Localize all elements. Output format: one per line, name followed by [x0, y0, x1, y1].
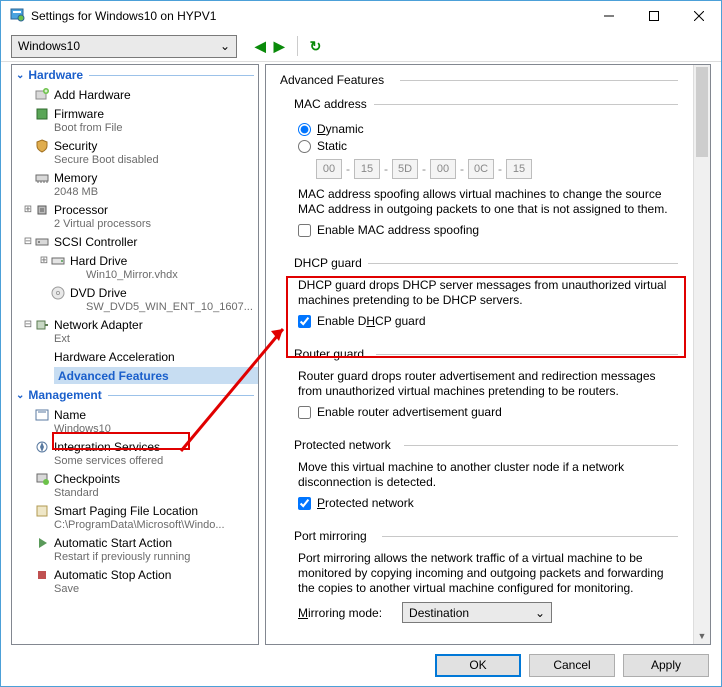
- shield-icon: [34, 138, 50, 154]
- dvd-icon: [50, 285, 66, 301]
- tree-integration-services[interactable]: Integration Services Some services offer…: [12, 437, 258, 469]
- processor-icon: [34, 202, 50, 218]
- mac-desc: MAC address spoofing allows virtual mach…: [298, 187, 678, 217]
- group-dhcp-title: DHCP guard: [294, 256, 678, 270]
- settings-tree[interactable]: ⌄Hardware Add Hardware Firmware Boot fro…: [11, 64, 259, 645]
- ok-button[interactable]: OK: [435, 654, 521, 677]
- category-hardware[interactable]: ⌄Hardware: [12, 65, 258, 85]
- chevron-down-icon: ⌄: [220, 39, 230, 53]
- group-mac-title: MAC address: [294, 97, 678, 111]
- tree-network-adapter[interactable]: ⊟Network Adapter Ext: [12, 315, 258, 347]
- group-mirror-title: Port mirroring: [294, 529, 678, 543]
- radio-dynamic[interactable]: Dynamic: [298, 122, 678, 136]
- tree-checkpoints[interactable]: Checkpoints Standard: [12, 469, 258, 501]
- panel-title: Advanced Features: [280, 73, 678, 87]
- nav-forward-button[interactable]: ▶: [274, 38, 285, 55]
- auto-stop-icon: [34, 567, 50, 583]
- tree-processor[interactable]: ⊞Processor 2 Virtual processors: [12, 200, 258, 232]
- checkbox-protected-network[interactable]: Protected network: [298, 496, 678, 510]
- vm-select-value: Windows10: [18, 39, 80, 53]
- mac-address-fields: 00- 15- 5D- 00- 0C- 15: [316, 159, 678, 179]
- checkpoint-icon: [34, 471, 50, 487]
- radio-static[interactable]: Static: [298, 139, 678, 153]
- scroll-down-icon[interactable]: ▼: [694, 627, 710, 644]
- mac-cell[interactable]: 15: [354, 159, 380, 179]
- app-icon: [9, 7, 25, 26]
- vm-select[interactable]: Windows10 ⌄: [11, 35, 237, 58]
- tree-auto-start[interactable]: Automatic Start Action Restart if previo…: [12, 533, 258, 565]
- titlebar: Settings for Windows10 on HYPV1: [1, 1, 721, 31]
- memory-icon: [34, 170, 50, 186]
- tree-dvd-drive[interactable]: DVD Drive SW_DVD5_WIN_ENT_10_1607...: [12, 283, 258, 315]
- group-router-title: Router guard: [294, 347, 678, 361]
- nav-back-button[interactable]: ◀: [255, 38, 266, 55]
- mac-cell[interactable]: 0C: [468, 159, 494, 179]
- separator: [297, 36, 298, 56]
- tree-hardware-acceleration[interactable]: Hardware Acceleration: [12, 347, 258, 366]
- hard-drive-icon: [50, 253, 66, 269]
- category-management[interactable]: ⌄Management: [12, 385, 258, 405]
- minimize-button[interactable]: [586, 2, 631, 31]
- tree-auto-stop[interactable]: Automatic Stop Action Save: [12, 565, 258, 597]
- checkbox-router-guard[interactable]: Enable router advertisement guard: [298, 405, 678, 419]
- chevron-down-icon: ⌄: [535, 606, 545, 620]
- pnet-desc: Move this virtual machine to another clu…: [298, 460, 678, 490]
- mirror-mode-label: Mirroring mode:: [298, 606, 382, 620]
- dhcp-desc: DHCP guard drops DHCP server messages fr…: [298, 278, 678, 308]
- integration-icon: [34, 439, 50, 455]
- maximize-button[interactable]: [631, 2, 676, 31]
- mac-cell[interactable]: 15: [506, 159, 532, 179]
- group-protected-title: Protected network: [294, 438, 678, 452]
- close-button[interactable]: [676, 2, 721, 31]
- name-icon: [34, 407, 50, 423]
- router-desc: Router guard drops router advertisement …: [298, 369, 678, 399]
- scsi-icon: [34, 234, 50, 250]
- apply-button[interactable]: Apply: [623, 654, 709, 677]
- auto-start-icon: [34, 535, 50, 551]
- tree-firmware[interactable]: Firmware Boot from File: [12, 104, 258, 136]
- toolbar: Windows10 ⌄ ◀ ▶ ↻: [1, 31, 721, 61]
- mirror-mode-select[interactable]: Destination ⌄: [402, 602, 552, 623]
- tree-advanced-features[interactable]: Advanced Features: [12, 366, 258, 385]
- window-title: Settings for Windows10 on HYPV1: [31, 9, 586, 23]
- details-panel: Advanced Features MAC address Dynamic St…: [265, 64, 711, 645]
- firmware-icon: [34, 106, 50, 122]
- refresh-button[interactable]: ↻: [310, 38, 322, 55]
- tree-scsi-controller[interactable]: ⊟SCSI Controller: [12, 232, 258, 251]
- mac-cell[interactable]: 00: [430, 159, 456, 179]
- tree-smart-paging[interactable]: Smart Paging File Location C:\ProgramDat…: [12, 501, 258, 533]
- cancel-button[interactable]: Cancel: [529, 654, 615, 677]
- scroll-thumb[interactable]: [696, 67, 708, 157]
- add-hardware-icon: [34, 87, 50, 103]
- tree-security[interactable]: Security Secure Boot disabled: [12, 136, 258, 168]
- tree-hard-drive[interactable]: ⊞Hard Drive Win10_Mirror.vhdx: [12, 251, 258, 283]
- tree-add-hardware[interactable]: Add Hardware: [12, 85, 258, 104]
- mac-cell[interactable]: 5D: [392, 159, 418, 179]
- tree-memory[interactable]: Memory 2048 MB: [12, 168, 258, 200]
- paging-icon: [34, 503, 50, 519]
- network-adapter-icon: [34, 317, 50, 333]
- mirror-desc: Port mirroring allows the network traffi…: [298, 551, 678, 596]
- scrollbar[interactable]: ▲ ▼: [693, 65, 710, 644]
- dialog-footer: OK Cancel Apply: [1, 647, 721, 683]
- checkbox-dhcp-guard[interactable]: Enable DHCP guard: [298, 314, 678, 328]
- tree-name[interactable]: Name Windows10: [12, 405, 258, 437]
- checkbox-mac-spoofing[interactable]: Enable MAC address spoofing: [298, 223, 678, 237]
- mac-cell[interactable]: 00: [316, 159, 342, 179]
